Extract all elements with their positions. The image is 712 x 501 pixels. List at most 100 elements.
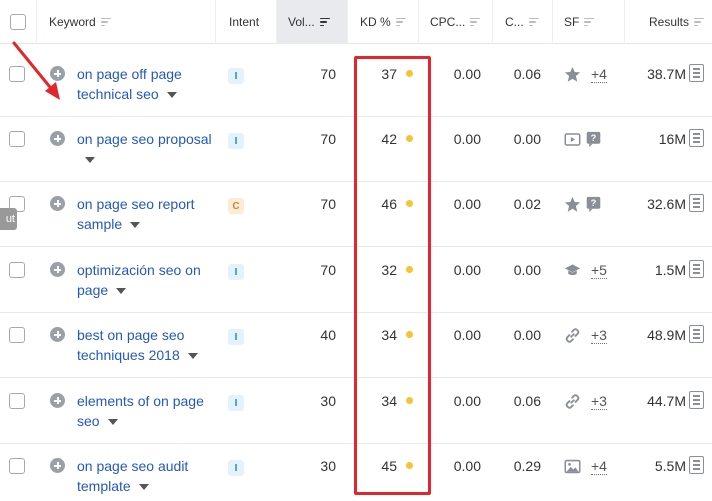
volume-value: 70 (320, 131, 336, 147)
star-icon (564, 66, 581, 83)
header-keyword[interactable]: Keyword (37, 0, 216, 44)
chevron-down-icon[interactable] (130, 222, 141, 229)
chevron-down-icon[interactable] (107, 419, 118, 426)
keyword-cell: best on page seo techniques 2018 (77, 325, 212, 365)
header-results[interactable]: Results (625, 0, 712, 44)
link-icon (564, 393, 581, 410)
serp-snapshot-icon[interactable] (689, 325, 704, 343)
intent-badge: I (228, 395, 244, 411)
add-to-list-plus-icon[interactable] (50, 262, 65, 277)
keyword-link[interactable]: on page seo proposal (77, 131, 212, 147)
competition-value: 0.00 (513, 131, 541, 147)
add-to-list-plus-icon[interactable] (50, 458, 65, 473)
header-volume[interactable]: Vol... (277, 0, 348, 44)
intent-badge: I (228, 460, 244, 476)
row-checkbox[interactable] (9, 327, 25, 343)
sort-icon[interactable] (395, 17, 406, 27)
intent-badge: C (228, 198, 244, 214)
competition-value: 0.29 (513, 458, 541, 474)
chevron-down-icon[interactable] (116, 288, 127, 295)
add-to-list-plus-icon[interactable] (50, 327, 65, 342)
chevron-down-icon[interactable] (85, 157, 95, 164)
kd-difficulty-dot-icon (406, 331, 413, 338)
sort-icon[interactable] (694, 17, 705, 27)
results-value: 38.7M (647, 66, 686, 82)
kd-difficulty-dot-icon (406, 266, 413, 273)
kd-difficulty-dot-icon (406, 135, 413, 142)
kd-value: 32 (381, 262, 397, 278)
add-to-list-plus-icon[interactable] (50, 196, 65, 211)
row-checkbox[interactable] (9, 131, 25, 147)
serp-snapshot-icon[interactable] (689, 456, 704, 474)
chevron-down-icon[interactable] (187, 353, 198, 360)
sf-more-count[interactable]: +3 (591, 393, 607, 410)
table-row: on page off page technical seo I 70 37 0… (0, 52, 712, 117)
sort-icon[interactable] (584, 17, 595, 27)
chevron-down-icon[interactable] (166, 92, 177, 99)
keyword-link[interactable]: optimización seo on page (77, 262, 201, 298)
kd-cell: 37 (360, 66, 413, 82)
competition-value: 0.00 (513, 327, 541, 343)
sort-icon-active[interactable] (319, 17, 330, 27)
header-sf[interactable]: SF (553, 0, 625, 44)
serp-features-cell: +4 (564, 66, 607, 83)
volume-value: 30 (320, 393, 336, 409)
table-row: best on page seo techniques 2018 I 40 34… (0, 313, 712, 378)
cpc-value: 0.00 (453, 327, 481, 343)
sort-icon[interactable] (470, 17, 481, 27)
header-cpc-label: CPC... (430, 15, 466, 29)
sf-more-count[interactable]: +4 (591, 66, 607, 83)
header-competition-label: C... (505, 15, 524, 29)
header-sf-label: SF (564, 15, 580, 29)
serp-features-cell: +4 (564, 458, 607, 475)
side-tab[interactable]: ut (0, 208, 17, 230)
kd-cell: 46 (360, 196, 413, 212)
competition-value: 0.00 (513, 262, 541, 278)
results-value: 1.5M (654, 262, 686, 278)
header-intent: Intent (216, 0, 277, 44)
kd-cell: 42 (360, 131, 413, 147)
cpc-value: 0.00 (453, 131, 481, 147)
select-all-checkbox[interactable] (10, 14, 26, 30)
serp-snapshot-icon[interactable] (689, 391, 704, 409)
row-checkbox[interactable] (9, 393, 25, 409)
header-kd[interactable]: KD % (348, 0, 419, 44)
add-to-list-plus-icon[interactable] (50, 393, 65, 408)
sf-more-count[interactable]: +4 (591, 458, 607, 475)
keyword-cell: on page seo report sample (77, 194, 212, 234)
keyword-link[interactable]: elements of on page seo (77, 393, 204, 429)
volume-value: 30 (320, 458, 336, 474)
add-to-list-plus-icon[interactable] (50, 131, 65, 146)
results-value: 16M (658, 131, 686, 147)
header-competition[interactable]: C... (493, 0, 553, 44)
graduation-cap-icon (564, 262, 581, 279)
sf-more-count[interactable]: +3 (591, 327, 607, 344)
cpc-value: 0.00 (453, 66, 481, 82)
results-value: 44.7M (647, 393, 686, 409)
serp-snapshot-icon[interactable] (689, 129, 704, 147)
serp-features-cell: +3 (564, 327, 607, 344)
results-value: 32.6M (647, 196, 686, 212)
intent-badge: I (228, 264, 244, 280)
chevron-down-icon[interactable] (138, 484, 149, 491)
keyword-link[interactable]: best on page seo techniques 2018 (77, 327, 184, 363)
row-checkbox[interactable] (9, 458, 25, 474)
serp-snapshot-icon[interactable] (689, 64, 704, 82)
serp-features-cell: +3 (564, 393, 607, 410)
kd-value: 34 (381, 393, 397, 409)
volume-value: 40 (320, 327, 336, 343)
intent-badge: I (228, 133, 244, 149)
header-results-label: Results (649, 15, 690, 29)
serp-snapshot-icon[interactable] (689, 260, 704, 278)
image-icon (564, 458, 581, 475)
results-value: 5.5M (654, 458, 686, 474)
header-cpc[interactable]: CPC... (419, 0, 493, 44)
keyword-link[interactable]: on page seo audit template (77, 458, 188, 494)
sort-icon[interactable] (100, 17, 111, 27)
serp-snapshot-icon[interactable] (689, 194, 704, 212)
sf-more-count[interactable]: +5 (591, 262, 607, 279)
sort-icon[interactable] (528, 17, 539, 27)
competition-value: 0.06 (513, 393, 541, 409)
kd-cell: 32 (360, 262, 413, 278)
row-checkbox[interactable] (9, 262, 25, 278)
